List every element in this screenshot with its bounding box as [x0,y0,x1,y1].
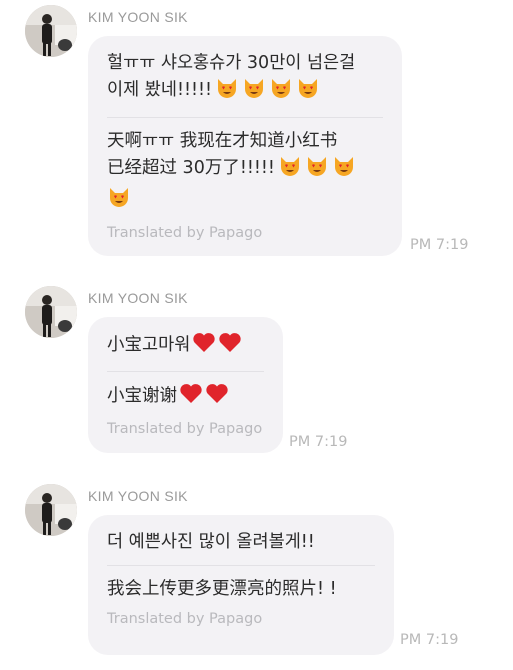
divider [107,371,264,372]
translated-text-line-with-emoji: 小宝谢谢 [107,382,264,413]
message-time: PM 7:19 [289,434,348,450]
translated-text-line: 小宝谢谢 [107,386,177,406]
message-bubble[interactable]: 헐ㅠㅠ 샤오홍슈가 30만이 넘은걸 이제 봤네!!!!! 天啊ㅠㅠ 我现在才知… [88,36,402,256]
original-text-line-with-emoji: 이제 봤네!!!!! [107,77,383,108]
original-text-line: 헐ㅠㅠ 샤오홍슈가 30만이 넘은걸 [107,53,356,73]
avatar-photo-icon [25,286,77,338]
red-heart-emoji-icon [179,382,203,413]
original-text-line-with-emoji: 小宝고마워 [107,331,264,362]
sender-name: KIM YOON SIK [88,9,188,25]
avatar[interactable] [25,286,77,338]
avatar[interactable] [25,484,77,536]
message-bubble[interactable]: 더 예쁜사진 많이 올려볼게!! 我会上传更多更漂亮的照片! ! Transla… [88,515,394,655]
red-heart-emoji-icon [218,331,242,362]
divider [107,565,375,566]
translated-text-line: 我会上传更多更漂亮的照片! ! [107,579,337,599]
message-time: PM 7:19 [400,632,459,648]
translated-by-label: Translated by Papago [107,421,263,437]
original-text-line: 小宝고마워 [107,335,191,355]
heart-eyes-cat-emoji-icon [296,77,320,108]
avatar-photo-icon [25,5,77,57]
original-text-line: 더 예쁜사진 많이 올려볼게!! [107,532,315,552]
translated-text-line: 已经超过 30万了!!!!! [107,158,275,178]
red-heart-emoji-icon [205,382,229,413]
translated-by-label: Translated by Papago [107,611,263,627]
heart-eyes-cat-emoji-icon [305,155,329,186]
avatar-photo-icon [25,484,77,536]
translated-text-line: 天啊ㅠㅠ 我现在才知道小红书 [107,131,338,151]
heart-eyes-cat-emoji-icon [332,155,356,186]
sender-name: KIM YOON SIK [88,488,188,504]
translated-text-line-with-emoji: 已经超过 30万了!!!!! [107,155,383,186]
original-text-line: 이제 봤네!!!!! [107,80,213,100]
heart-eyes-cat-emoji-icon [278,155,302,186]
divider [107,117,383,118]
heart-eyes-cat-emoji-icon [107,186,131,217]
heart-eyes-cat-emoji-icon [242,77,266,108]
translated-by-label: Translated by Papago [107,225,263,241]
message-time: PM 7:19 [410,237,469,253]
avatar[interactable] [25,5,77,57]
message-bubble[interactable]: 小宝고마워 小宝谢谢 Translated by Papago [88,317,283,453]
heart-eyes-cat-emoji-icon [215,77,239,108]
sender-name: KIM YOON SIK [88,290,188,306]
red-heart-emoji-icon [192,331,216,362]
heart-eyes-cat-emoji-icon [269,77,293,108]
emoji-line [107,186,383,217]
